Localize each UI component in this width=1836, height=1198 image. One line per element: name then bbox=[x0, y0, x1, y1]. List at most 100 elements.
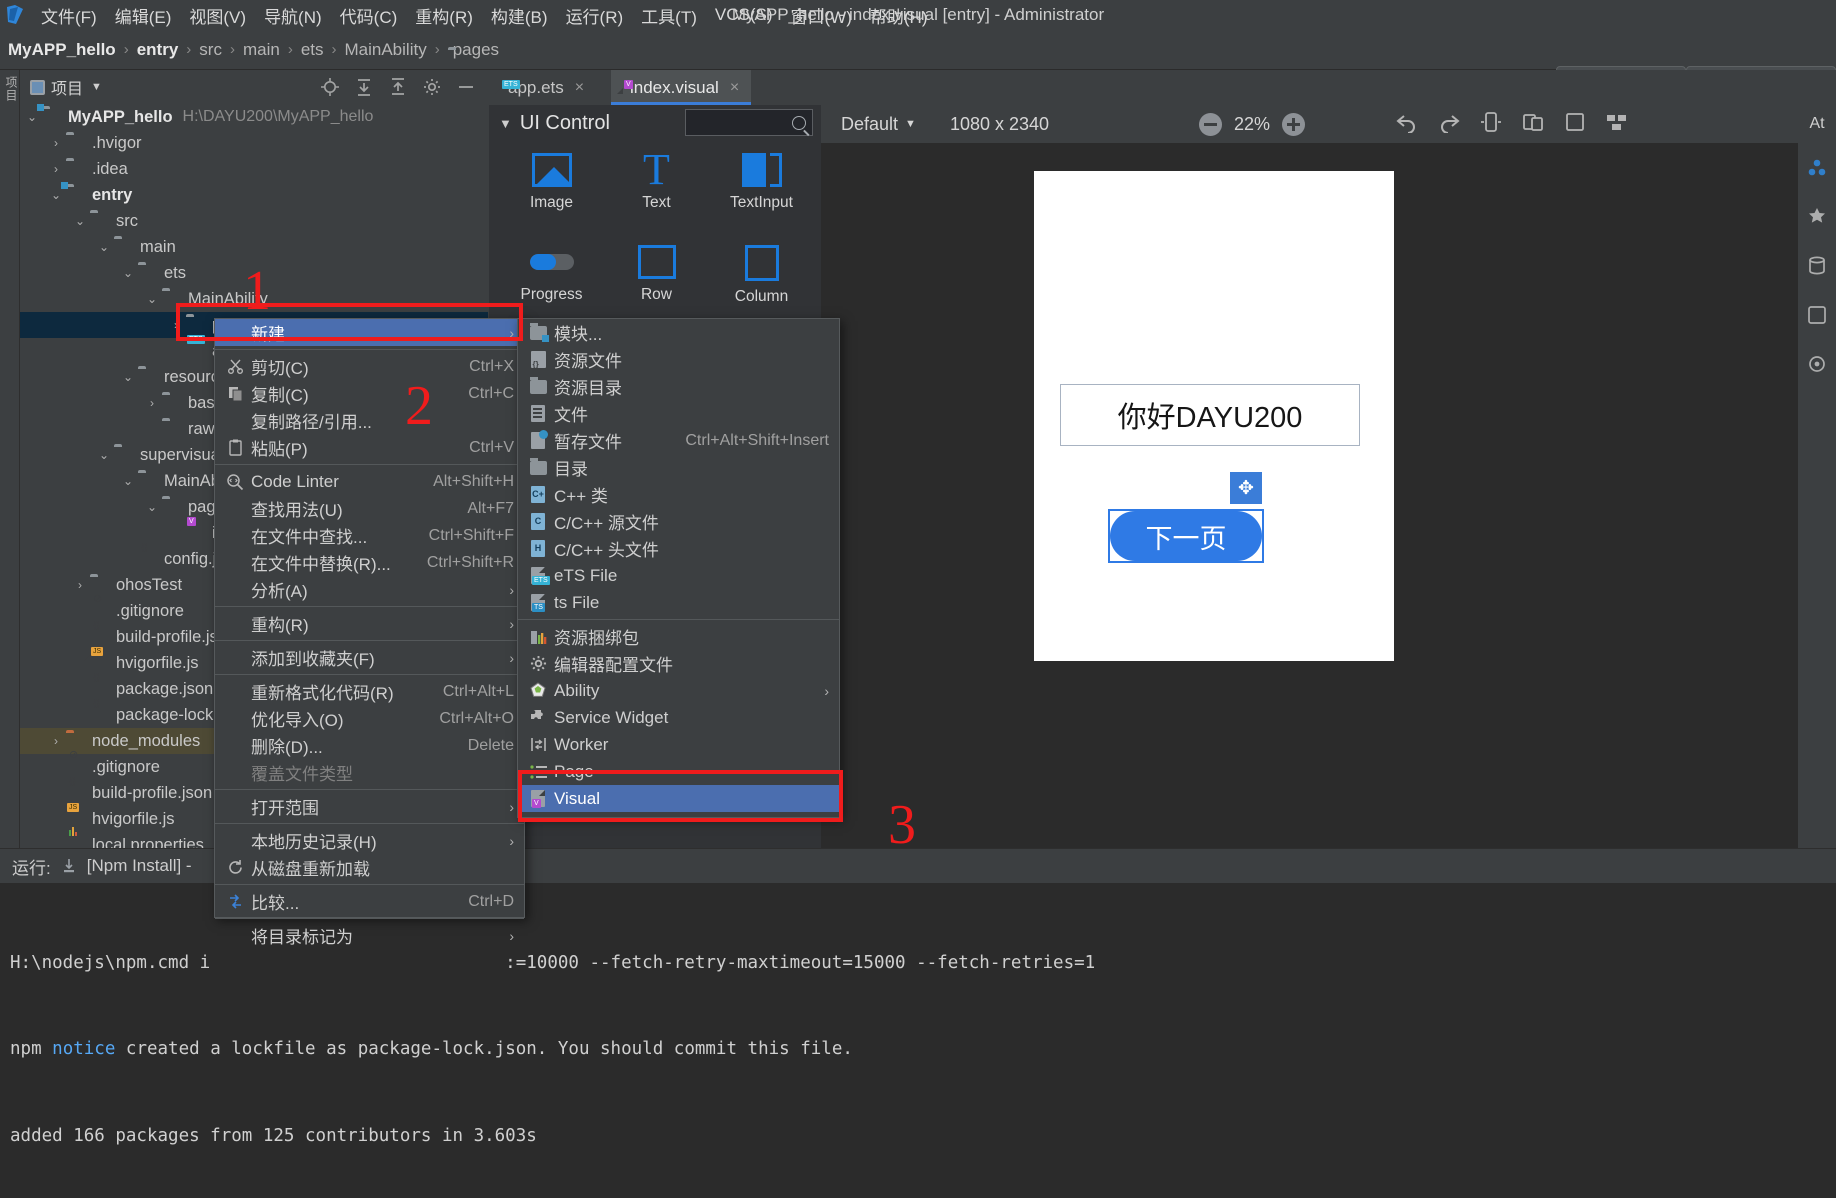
menu-item-粘贴-p-[interactable]: 粘贴(P) Ctrl+V bbox=[215, 434, 524, 461]
new-menu-item-资源文件[interactable]: 资源文件 bbox=[518, 346, 839, 373]
move-handle-icon[interactable]: ✥ bbox=[1230, 472, 1262, 504]
control-text[interactable]: T Text bbox=[604, 148, 709, 245]
tree-node-myapp-hello[interactable]: ⌄ MyAPP_hello H:\DAYU200\MyAPP_hello bbox=[20, 104, 488, 130]
new-menu-item-ets-file[interactable]: ETS eTS File bbox=[518, 562, 839, 589]
new-menu-item-ability[interactable]: Ability › bbox=[518, 677, 839, 704]
chevron-right-icon[interactable]: › bbox=[50, 734, 62, 748]
menu-item-在文件中查找-[interactable]: 在文件中查找... Ctrl+Shift+F bbox=[215, 522, 524, 549]
breadcrumb-item-ets[interactable]: ets bbox=[301, 40, 324, 60]
breadcrumb-item-src[interactable]: src bbox=[199, 40, 222, 60]
close-icon[interactable]: × bbox=[730, 79, 739, 97]
menu-item-新建[interactable]: 新建 › bbox=[215, 319, 524, 346]
menu-item-复制路径-引用-[interactable]: 复制路径/引用... bbox=[215, 407, 524, 434]
menu-item-run[interactable]: 运行(R) bbox=[557, 1, 633, 30]
new-menu-item-模块-[interactable]: 模块... bbox=[518, 319, 839, 346]
menu-item-view[interactable]: 视图(V) bbox=[180, 1, 255, 30]
chevron-right-icon[interactable]: › bbox=[50, 136, 62, 150]
new-menu-item-c-c++-头文件[interactable]: H C/C++ 头文件 bbox=[518, 535, 839, 562]
previewer-icon[interactable] bbox=[1806, 157, 1828, 184]
structure-icon[interactable] bbox=[1806, 206, 1828, 233]
new-menu-item-文件[interactable]: 文件 bbox=[518, 400, 839, 427]
tree-node-mainability[interactable]: ⌄ MainAbility bbox=[20, 286, 488, 312]
chevron-down-icon[interactable]: ▼ bbox=[499, 116, 512, 131]
new-menu-item-worker[interactable]: Worker bbox=[518, 731, 839, 758]
menu-item-window[interactable]: 窗口(W) bbox=[782, 1, 861, 30]
tree-node--hvigor[interactable]: › .hvigor bbox=[20, 130, 488, 156]
chevron-down-icon[interactable]: ⌄ bbox=[146, 292, 158, 306]
breadcrumb-item-mainability[interactable]: MainAbility bbox=[345, 40, 427, 60]
menu-item-比较-[interactable]: 比较... Ctrl+D bbox=[215, 888, 524, 915]
menu-item-code[interactable]: 代码(C) bbox=[331, 1, 407, 30]
tree-node-src[interactable]: ⌄ src bbox=[20, 208, 488, 234]
new-menu-item-page[interactable]: Page bbox=[518, 758, 839, 785]
tree-node-entry[interactable]: ⌄ entry bbox=[20, 181, 488, 208]
new-menu-item-目录[interactable]: 目录 bbox=[518, 454, 839, 481]
close-icon[interactable]: × bbox=[575, 79, 584, 97]
breadcrumb-item-pages[interactable]: pages bbox=[453, 40, 499, 60]
undo-icon[interactable] bbox=[1395, 111, 1419, 138]
menu-item-删除-d-[interactable]: 删除(D)... Delete bbox=[215, 732, 524, 759]
new-menu-item-ts-file[interactable]: TS ts File bbox=[518, 589, 839, 616]
frame-icon[interactable] bbox=[1563, 111, 1587, 138]
new-menu-item-c-c++-源文件[interactable]: C C/C++ 源文件 bbox=[518, 508, 839, 535]
chevron-down-icon[interactable]: ⌄ bbox=[98, 448, 110, 462]
menu-item-build[interactable]: 构建(B) bbox=[482, 1, 557, 30]
menu-item-查找用法-u-[interactable]: 查找用法(U) Alt+F7 bbox=[215, 495, 524, 522]
right-strip-tab-label[interactable]: At bbox=[1798, 104, 1836, 144]
context-menu-new-submenu[interactable]: 模块... 资源文件资源目录文件暂存文件 Ctrl+Alt+Shift+Insert… bbox=[517, 318, 840, 818]
menu-item-在文件中替换-r-[interactable]: 在文件中替换(R)... Ctrl+Shift+R bbox=[215, 549, 524, 576]
control-textinput[interactable]: TextInput bbox=[709, 153, 814, 245]
new-menu-item-service-widget[interactable]: Service Widget bbox=[518, 704, 839, 731]
tree-node-main[interactable]: ⌄ main bbox=[20, 234, 488, 260]
menu-item-navigate[interactable]: 导航(N) bbox=[255, 1, 331, 30]
left-strip-project-label[interactable]: 项目 bbox=[3, 76, 20, 102]
control-image[interactable]: Image bbox=[499, 153, 604, 245]
menu-item-从磁盘重新加载[interactable]: 从磁盘重新加载 bbox=[215, 854, 524, 881]
zoom-in-button[interactable] bbox=[1282, 112, 1306, 136]
menu-item-重新格式化代码-r-[interactable]: 重新格式化代码(R) Ctrl+Alt+L bbox=[215, 678, 524, 705]
multi-device-icon[interactable] bbox=[1521, 111, 1545, 138]
gradle-icon[interactable] bbox=[1806, 353, 1828, 380]
chevron-down-icon[interactable]: ⌄ bbox=[122, 266, 134, 280]
menu-item-将目录标记为[interactable]: 将目录标记为 › bbox=[215, 922, 524, 949]
collapse-all-icon[interactable] bbox=[354, 77, 374, 97]
menu-item-tools[interactable]: 工具(T) bbox=[632, 1, 706, 30]
tree-node-ets[interactable]: ⌄ ets bbox=[20, 260, 488, 286]
tree-node--idea[interactable]: › .idea bbox=[20, 156, 488, 182]
new-menu-item-c++-类[interactable]: C+ C++ 类 bbox=[518, 481, 839, 508]
chevron-down-icon[interactable]: ⌄ bbox=[146, 500, 158, 514]
chevron-down-icon[interactable]: ⌄ bbox=[122, 474, 134, 488]
menu-item-打开范围[interactable]: 打开范围 › bbox=[215, 793, 524, 820]
database-icon[interactable] bbox=[1806, 255, 1828, 282]
menu-item-添加到收藏夹-f-[interactable]: 添加到收藏夹(F) › bbox=[215, 644, 524, 671]
chevron-down-icon[interactable]: ⌄ bbox=[122, 370, 134, 384]
chevron-right-icon[interactable]: › bbox=[74, 578, 86, 592]
chevron-down-icon[interactable]: ▼ bbox=[91, 81, 102, 93]
settings-gear-icon[interactable] bbox=[422, 77, 442, 97]
chevron-down-icon[interactable]: ⌄ bbox=[50, 188, 62, 202]
new-menu-item-编辑器配置文件[interactable]: 编辑器配置文件 bbox=[518, 650, 839, 677]
menu-item-剪切-c-[interactable]: 剪切(C) Ctrl+X bbox=[215, 353, 524, 380]
chevron-right-icon[interactable]: › bbox=[170, 318, 182, 332]
chevron-right-icon[interactable]: › bbox=[146, 396, 158, 410]
preview-text-component[interactable]: 你好DAYU200 bbox=[1060, 384, 1360, 446]
breadcrumb-item-project[interactable]: MyAPP_hello bbox=[8, 40, 116, 60]
locate-file-icon[interactable] bbox=[320, 77, 340, 97]
layout-inspector-icon[interactable] bbox=[1605, 111, 1629, 138]
menu-item-优化导入-o-[interactable]: 优化导入(O) Ctrl+Alt+O bbox=[215, 705, 524, 732]
context-menu-main[interactable]: 新建 › 剪切(C) Ctrl+X 复制(C) Ctrl+C 复制路径/引用... 粘贴(P)… bbox=[214, 318, 525, 947]
new-menu-item-暂存文件[interactable]: 暂存文件 Ctrl+Alt+Shift+Insert bbox=[518, 427, 839, 454]
expand-all-icon[interactable] bbox=[388, 77, 408, 97]
tab-app-ets[interactable]: ETS app.ets × bbox=[489, 70, 596, 105]
chevron-down-icon[interactable]: ⌄ bbox=[26, 110, 38, 124]
menu-item-help[interactable]: 帮助(H) bbox=[861, 1, 937, 30]
menu-item-vcs[interactable]: VCS(S) bbox=[706, 3, 782, 27]
menu-item-edit[interactable]: 编辑(E) bbox=[106, 1, 181, 30]
tab-index-visual[interactable]: V index.visual × bbox=[611, 70, 752, 105]
preview-panel-icon[interactable] bbox=[1806, 304, 1828, 331]
rotate-device-icon[interactable] bbox=[1479, 111, 1503, 138]
run-panel-task[interactable]: [Npm Install] - bbox=[87, 856, 192, 876]
zoom-out-button[interactable] bbox=[1199, 112, 1223, 136]
breadcrumb-item-main[interactable]: main bbox=[243, 40, 280, 60]
new-menu-item-资源捆绑包[interactable]: 资源捆绑包 bbox=[518, 623, 839, 650]
